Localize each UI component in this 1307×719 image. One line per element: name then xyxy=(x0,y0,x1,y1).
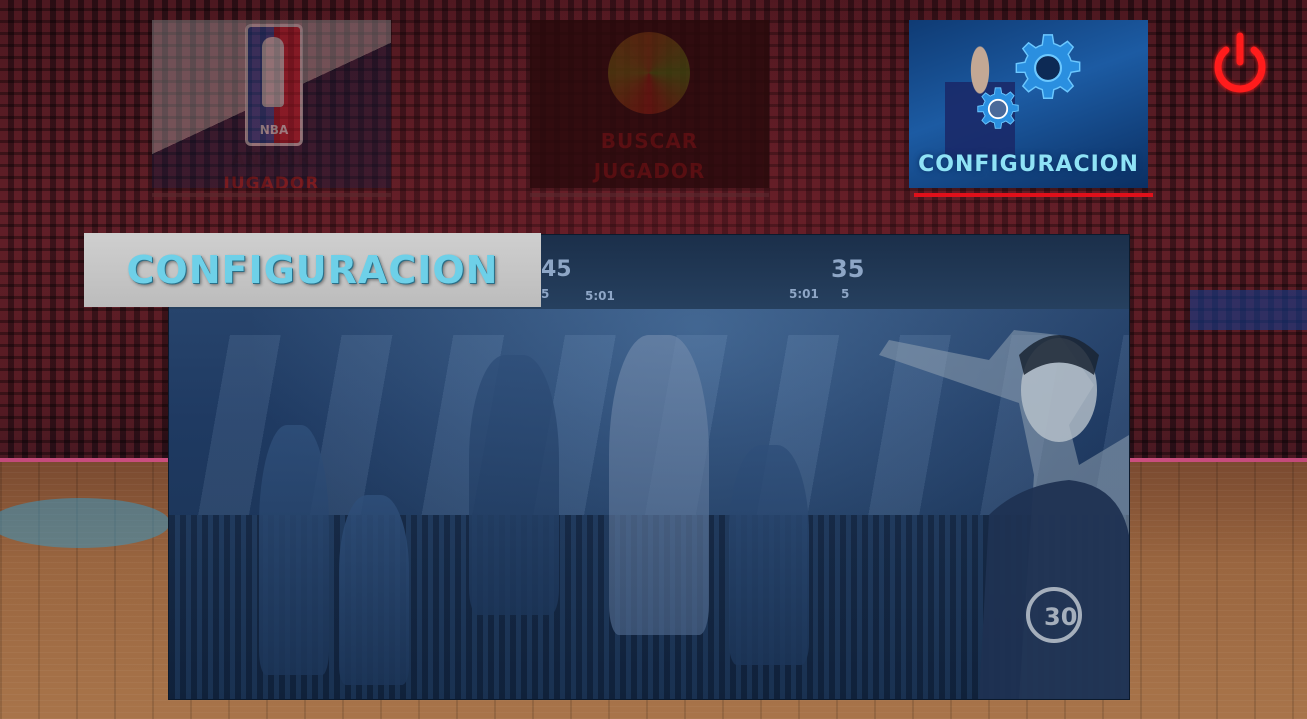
config-label: CONFIGURACION xyxy=(918,152,1139,177)
search-player-underline xyxy=(530,193,769,197)
left-clock: 5:01 xyxy=(585,289,615,303)
config-tile[interactable]: CONFIGURACION xyxy=(909,20,1148,188)
add-player-underline xyxy=(152,193,391,197)
player-figure xyxy=(729,445,809,665)
player-figure xyxy=(339,495,409,685)
small-gear-icon xyxy=(977,87,1019,129)
section-title-box: CONFIGURACION xyxy=(84,233,541,307)
left-period: 5 xyxy=(541,287,550,301)
search-player-tile[interactable]: BUSCAR JUGADOR xyxy=(530,20,769,188)
left-score: 45 xyxy=(541,257,572,282)
power-icon[interactable] xyxy=(1209,28,1271,98)
player-figure xyxy=(469,355,559,615)
right-clock: 5:01 xyxy=(789,287,819,301)
player-figure xyxy=(259,425,329,675)
nba-logo-icon: NBA xyxy=(245,24,303,146)
player-figure xyxy=(609,335,709,635)
basketball-icon xyxy=(608,32,690,114)
svg-text:30: 30 xyxy=(1044,603,1077,631)
arena-display xyxy=(1190,290,1307,330)
right-period: 5 xyxy=(841,287,850,301)
right-score: 35 xyxy=(831,255,865,283)
add-player-tile[interactable]: NBA AÑADIR JUGADOR xyxy=(152,20,391,188)
page-title: CONFIGURACION xyxy=(126,248,499,292)
featured-player-image: 30 xyxy=(879,330,1129,699)
search-player-label: BUSCAR JUGADOR xyxy=(593,129,706,183)
add-player-label: AÑADIR JUGADOR xyxy=(223,150,320,188)
active-tab-indicator xyxy=(914,193,1153,197)
gear-icon xyxy=(1015,34,1081,99)
